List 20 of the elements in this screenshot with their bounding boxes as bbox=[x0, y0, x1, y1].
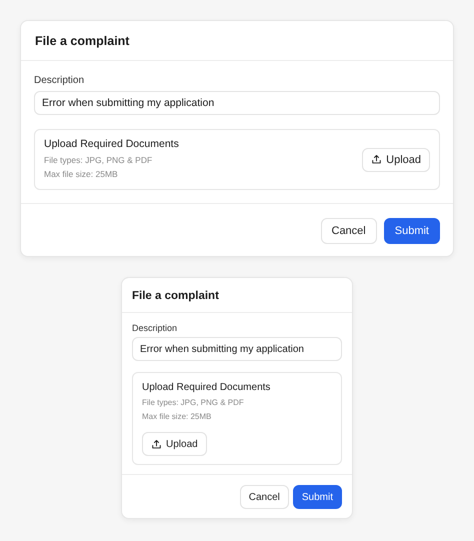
dialog-title: File a complaint bbox=[21, 21, 453, 61]
upload-note: File types: JPG, PNG & PDF bbox=[142, 397, 245, 409]
upload-title: Upload Required Documents bbox=[142, 382, 270, 393]
description-field[interactable]: Error when submitting my application bbox=[132, 337, 342, 361]
submit-button[interactable]: Submit bbox=[384, 218, 440, 244]
upload-icon bbox=[151, 438, 162, 450]
upload-button[interactable]: Upload bbox=[142, 432, 207, 456]
dialog-title: File a complaint bbox=[122, 278, 352, 313]
cancel-button[interactable]: Cancel bbox=[320, 218, 377, 244]
upload-note: Max file size: 25MB bbox=[142, 411, 212, 423]
field-label: Description bbox=[34, 75, 86, 86]
upload-note: Max file size: 25MB bbox=[44, 168, 119, 181]
cancel-button[interactable]: Cancel bbox=[240, 485, 289, 509]
submit-button[interactable]: Submit bbox=[292, 485, 342, 509]
upload-icon bbox=[371, 154, 382, 165]
upload-button[interactable]: Upload bbox=[362, 148, 430, 172]
upload-title: Upload Required Documents bbox=[44, 138, 179, 150]
field-label: Description bbox=[132, 323, 178, 333]
description-field[interactable]: Error when submitting my application bbox=[34, 91, 440, 115]
upload-note: File types: JPG, PNG & PDF bbox=[44, 154, 154, 167]
